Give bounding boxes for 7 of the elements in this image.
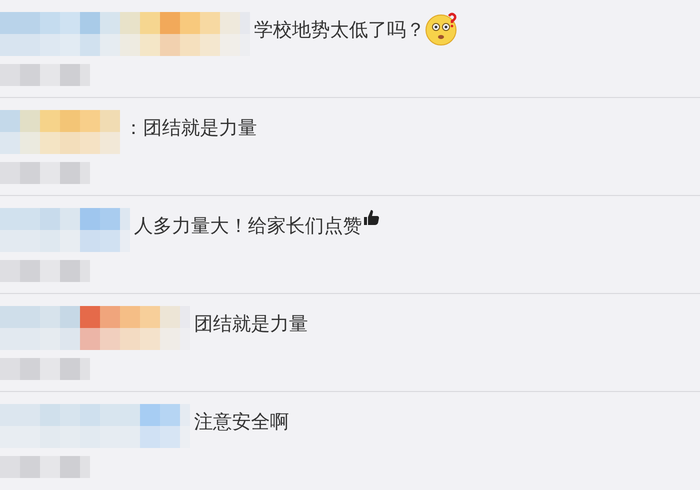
comment-text: 团结就是力量 [194, 312, 308, 337]
comment-text: ：团结就是力量 [124, 116, 257, 141]
comment-text: 人多力量大！给家长们点赞 [134, 214, 362, 239]
thumbs-up-icon [362, 208, 380, 226]
comment-text: 注意安全啊 [194, 410, 289, 435]
comment-text: 学校地势太低了吗？ [254, 18, 425, 43]
puzzled-face-icon [425, 12, 459, 46]
